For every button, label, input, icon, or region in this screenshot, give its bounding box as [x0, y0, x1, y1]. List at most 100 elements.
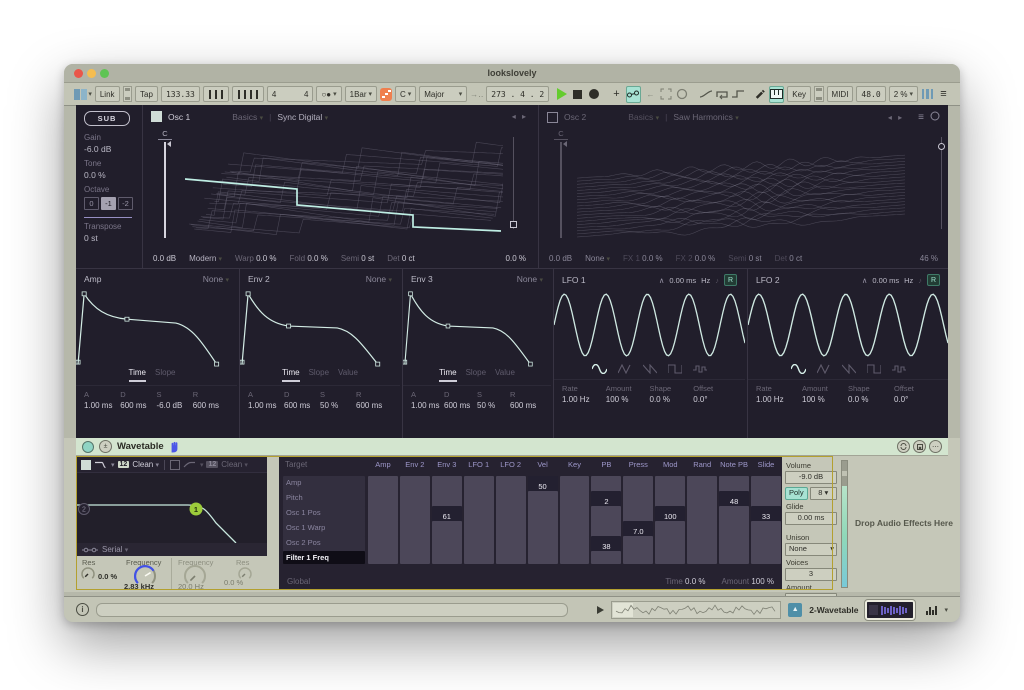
follow-icon[interactable]: →‥ [470, 87, 483, 102]
lfo2-shape[interactable]: 0.0 % [848, 395, 894, 404]
triangle-wave-icon[interactable] [817, 364, 831, 374]
routing-menu[interactable]: Serial ▾ [102, 545, 128, 554]
stop-button[interactable] [571, 87, 584, 102]
octave-option-minus1[interactable]: -1 [101, 197, 116, 210]
play-button[interactable] [555, 87, 568, 102]
saw-wave-icon[interactable] [842, 364, 856, 374]
add-locator-icon[interactable]: + [610, 87, 623, 102]
osc2-gain-value[interactable]: 0.0 dB [549, 254, 572, 263]
lfo2-sync-note-icon[interactable]: ♪ [918, 276, 922, 285]
lfo1-sync-note-icon[interactable]: ♪ [715, 276, 719, 285]
matrix-column-amp[interactable]: Amp [367, 460, 399, 475]
chevron-down-icon[interactable]: ▾ [944, 606, 948, 614]
layout-selector-icon[interactable]: ▾ [74, 87, 92, 102]
filter1-res-knob[interactable] [81, 567, 96, 582]
info-icon[interactable]: i [76, 603, 89, 616]
matrix-column-env-3[interactable]: Env 3 [431, 460, 463, 475]
env3-mod-menu[interactable]: None ▾ [517, 274, 543, 284]
env3-sustain[interactable]: 50 % [477, 401, 510, 410]
matrix-cell[interactable] [464, 551, 494, 564]
osc2-category-menu[interactable]: Basics ▾ [628, 112, 659, 122]
sine-wave-icon[interactable] [592, 364, 607, 374]
amp-mod-menu[interactable]: None ▾ [203, 274, 229, 284]
close-window-button[interactable] [74, 69, 83, 78]
matrix-cell[interactable] [560, 551, 590, 564]
osc1-position-value[interactable]: 0.0 % [506, 254, 526, 263]
cpu-meter[interactable]: 2 %▾ [889, 86, 918, 102]
osc2-enable-checkbox[interactable] [547, 112, 558, 123]
random-wave-icon[interactable] [693, 364, 707, 374]
osc2-wavetable-visual[interactable] [577, 131, 911, 245]
tab-time[interactable]: Time [129, 368, 146, 382]
osc1-position-slider[interactable] [509, 137, 517, 229]
scale-icon[interactable] [380, 88, 392, 101]
osc2-fx1[interactable]: FX 1 0.0 % [623, 254, 663, 263]
hand-grab-icon[interactable] [169, 440, 180, 453]
computer-midi-keyboard-icon[interactable] [769, 86, 784, 103]
tab-slope[interactable]: Slope [309, 368, 329, 382]
lfo1-shape[interactable]: 0.0 % [650, 395, 694, 404]
filter2-circuit-menu[interactable]: Clean ▾ [221, 460, 248, 469]
tempo-display[interactable]: 133.33 [161, 86, 200, 102]
tab-time[interactable]: Time [282, 368, 299, 382]
filter1-slope-button[interactable]: 12 [118, 461, 130, 468]
step-automation-icon[interactable] [731, 87, 744, 102]
global-time[interactable]: Time 0.0 % [665, 577, 705, 586]
matrix-cell[interactable] [751, 551, 781, 564]
hot-swap-icon[interactable] [897, 440, 910, 453]
osc2-position-slider[interactable] [937, 137, 945, 229]
minimize-window-button[interactable] [87, 69, 96, 78]
quantization-menu[interactable]: ○●▾ [316, 86, 341, 102]
amp-attack[interactable]: 1.00 ms [84, 401, 120, 410]
filter2-res-value[interactable]: 0.0 % [224, 578, 243, 587]
osc2-gain-slider[interactable]: C [551, 129, 571, 238]
loop-icon[interactable] [676, 87, 689, 102]
amp-envelope-display[interactable] [76, 286, 237, 368]
filter2-slope-button[interactable]: 12 [206, 461, 218, 468]
midi-map-button[interactable]: MIDI [827, 86, 854, 102]
tab-slope[interactable]: Slope [155, 368, 175, 382]
amp-decay[interactable]: 600 ms [120, 401, 156, 410]
matrix-column-vel[interactable]: Vel [527, 460, 559, 475]
poly-voices-menu[interactable]: 8 ▾ [810, 487, 837, 500]
env3-attack[interactable]: 1.00 ms [411, 401, 444, 410]
lfo1-rate[interactable]: 1.00 Hz [562, 395, 606, 404]
env3-envelope-display[interactable] [403, 286, 551, 368]
preview-play-icon[interactable] [597, 606, 604, 614]
matrix-cell[interactable] [368, 551, 398, 564]
octave-option-minus2[interactable]: -2 [118, 197, 133, 210]
lfo2-offset[interactable]: 0.0° [894, 395, 940, 404]
filter2-freq-value[interactable]: 20.0 Hz [178, 582, 204, 591]
more-options-icon[interactable]: ⋯ [929, 440, 942, 453]
osc1-mode-menu[interactable]: Modern ▾ [189, 254, 222, 263]
amp-release[interactable]: 600 ms [193, 401, 229, 410]
voices-value[interactable]: 3 [785, 568, 837, 581]
osc2-wavetable-menu[interactable]: Saw Harmonics ▾ [673, 112, 738, 122]
glide-value[interactable]: 0.00 ms [785, 512, 837, 525]
env2-attack[interactable]: 1.00 ms [248, 401, 284, 410]
matrix-column-note-pb[interactable]: Note PB [718, 460, 750, 475]
lfo2-amount[interactable]: 100 % [802, 395, 848, 404]
matrix-column-press[interactable]: Press [622, 460, 654, 475]
filter1-res-value[interactable]: 0.0 % [98, 572, 117, 581]
lfo2-retrigger-button[interactable]: R [927, 274, 940, 286]
sine-wave-icon[interactable] [791, 364, 806, 374]
arrangement-overview[interactable] [611, 601, 781, 619]
osc1-fold[interactable]: Fold 0.0 % [290, 254, 328, 263]
tab-value[interactable]: Value [495, 368, 515, 382]
tab-slope[interactable]: Slope [466, 368, 486, 382]
square-wave-icon[interactable] [867, 364, 881, 374]
scale-root-menu[interactable]: C▾ [395, 86, 416, 102]
matrix-cell[interactable] [432, 551, 462, 564]
matrix-cell[interactable] [623, 551, 653, 564]
osc1-enable-checkbox[interactable] [151, 111, 162, 122]
saw-wave-icon[interactable] [643, 364, 657, 374]
drop-audio-effects-zone[interactable]: Drop Audio Effects Here [848, 456, 960, 590]
amp-sustain[interactable]: -6.0 dB [157, 401, 193, 410]
env3-decay[interactable]: 600 ms [444, 401, 477, 410]
lfo1-amount[interactable]: 100 % [606, 395, 650, 404]
filter1-circuit-menu[interactable]: Clean ▾ [132, 460, 159, 469]
sub-button[interactable]: SUB [84, 111, 130, 126]
matrix-cell[interactable] [496, 551, 526, 564]
save-preset-icon[interactable] [913, 440, 926, 453]
